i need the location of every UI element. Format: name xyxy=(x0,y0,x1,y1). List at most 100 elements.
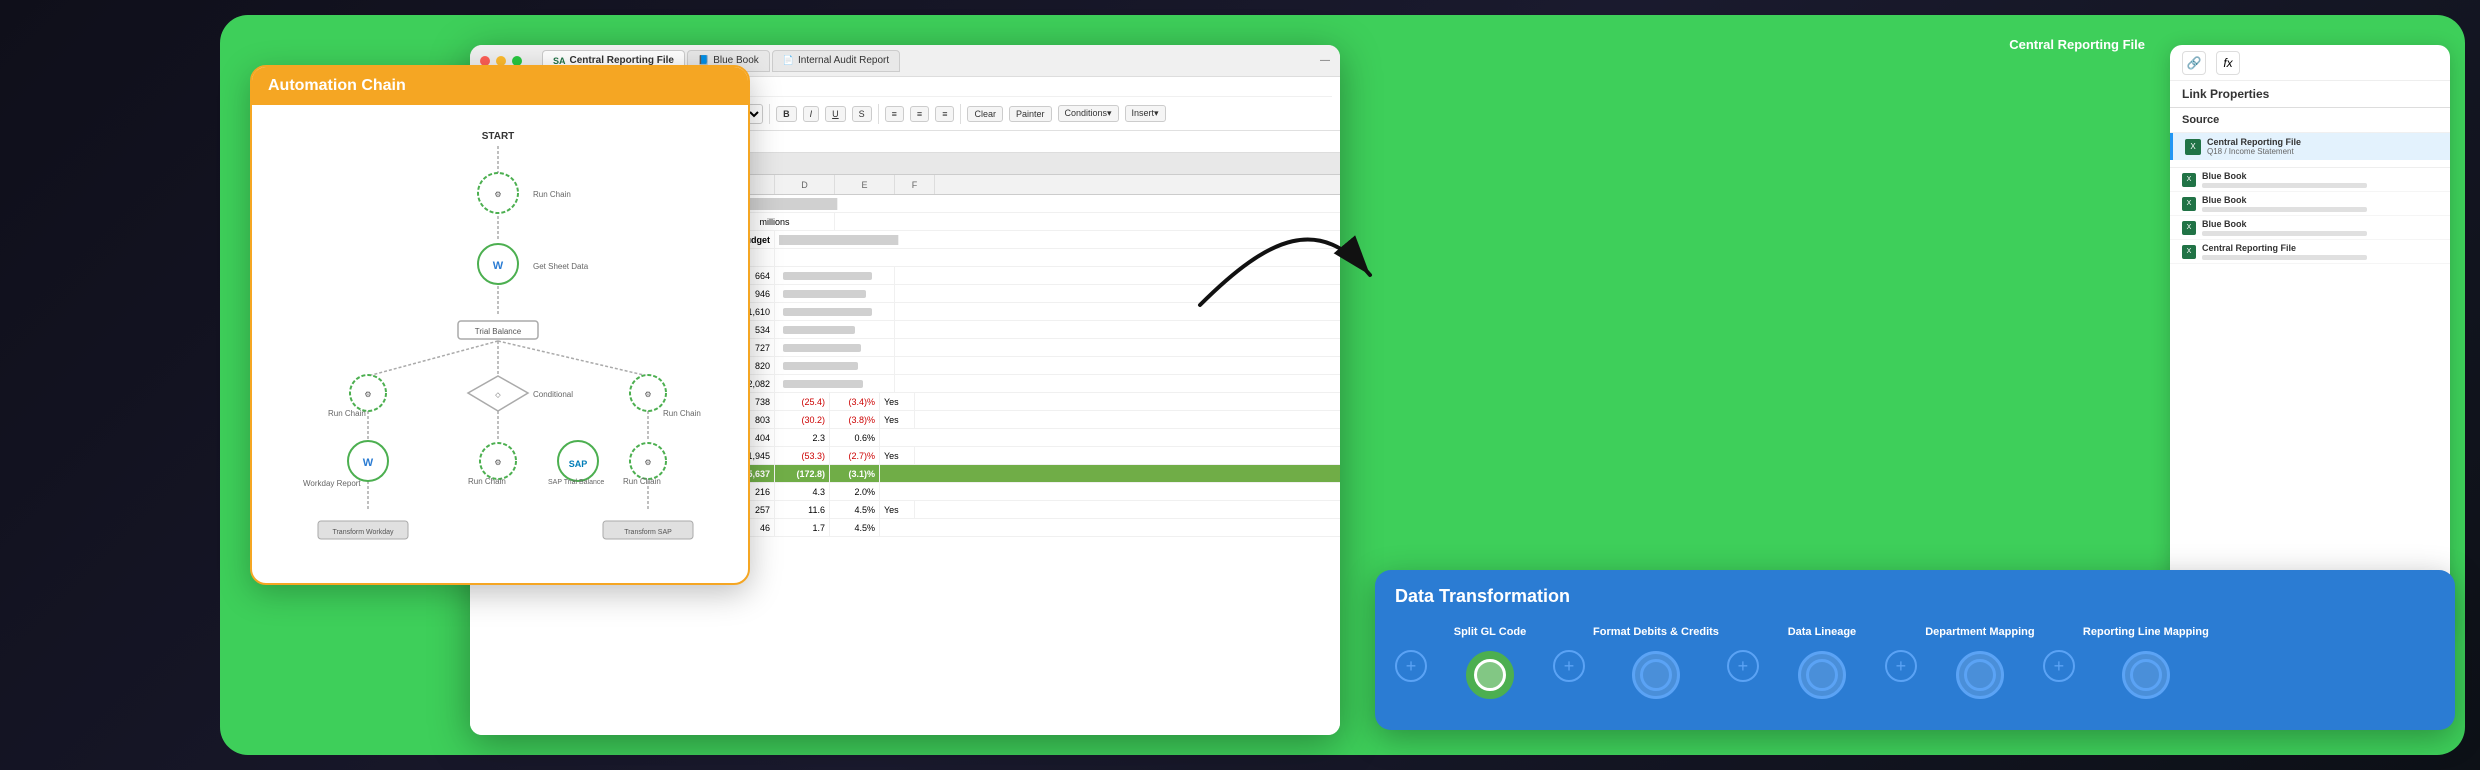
list-item-1[interactable]: X Blue Book xyxy=(2170,192,2450,216)
plus-icon-1: + xyxy=(1564,657,1575,675)
svg-text:SAP: SAP xyxy=(569,459,588,469)
align-right-button[interactable]: ≡ xyxy=(935,106,954,122)
data-transformation-panel: Data Transformation + Split GL Code + Fo… xyxy=(1375,570,2455,730)
step-data-lineage-label: Data Lineage xyxy=(1788,619,1856,647)
add-after-step-0[interactable]: + xyxy=(1553,650,1585,682)
clear-button[interactable]: Clear xyxy=(967,106,1003,122)
svg-text:Run Chain: Run Chain xyxy=(533,190,571,199)
var1-14: 1.7 xyxy=(775,519,830,536)
link-properties-title: Link Properties xyxy=(2170,81,2450,108)
source-file-icon: X xyxy=(2185,139,2201,155)
italic-button[interactable]: I xyxy=(803,106,820,122)
separator-5 xyxy=(960,104,961,124)
var1-7: (25.4) xyxy=(775,393,830,410)
list-item-0-icon: X xyxy=(2182,173,2196,187)
svg-text:⚙: ⚙ xyxy=(494,458,501,467)
net-sales-var1: (172.8) xyxy=(775,465,830,482)
minimize-button[interactable] xyxy=(496,56,506,66)
var-4 xyxy=(775,339,895,356)
source-item-selected[interactable]: X Central Reporting File Q18 / Income St… xyxy=(2170,133,2450,160)
var1-13: 11.6 xyxy=(775,501,830,518)
var2-9: 0.6% xyxy=(830,429,880,446)
excel-icon: SA xyxy=(553,56,566,66)
svg-text:Transform Workday: Transform Workday xyxy=(332,529,394,536)
var-3 xyxy=(775,321,895,338)
svg-text:⚙: ⚙ xyxy=(494,190,501,199)
step-split-gl-circle xyxy=(1466,651,1514,699)
list-item-1-bar xyxy=(2202,207,2367,212)
add-before-step-0[interactable]: + xyxy=(1395,650,1427,682)
link-icon[interactable]: 🔗 xyxy=(2182,51,2206,75)
step-dept-mapping[interactable]: Department Mapping xyxy=(1925,619,2035,699)
bold-button[interactable]: B xyxy=(776,106,797,122)
transformation-steps: + Split GL Code + Format Debits & Credit… xyxy=(1395,619,2435,699)
align-left-button[interactable]: ≡ xyxy=(885,106,904,122)
yes-10: Yes xyxy=(880,447,915,464)
underline-button[interactable]: U xyxy=(825,106,846,122)
step-data-lineage[interactable]: Data Lineage xyxy=(1767,619,1877,699)
separator-3 xyxy=(769,104,770,124)
col-f-header: F xyxy=(895,175,935,194)
list-item-3-icon: X xyxy=(2182,245,2196,259)
list-item-2-content: Blue Book xyxy=(2202,219,2438,236)
yes-13: Yes xyxy=(880,501,915,518)
svg-text:Run Chain: Run Chain xyxy=(468,477,506,486)
var1-8: (30.2) xyxy=(775,411,830,428)
list-item-2[interactable]: X Blue Book xyxy=(2170,216,2450,240)
step-format-debits-label: Format Debits & Credits xyxy=(1593,619,1719,647)
align-center-button[interactable]: ≡ xyxy=(910,106,929,122)
svg-text:Trial Balance: Trial Balance xyxy=(475,327,522,336)
tab-internal-audit[interactable]: 📄 Internal Audit Report xyxy=(772,50,900,72)
source-sheet-name: Q18 / Income Statement xyxy=(2207,147,2301,156)
window-control-min: — xyxy=(1320,55,1330,66)
step-reporting-line[interactable]: Reporting Line Mapping xyxy=(2083,619,2209,699)
var1-12: 4.3 xyxy=(775,483,830,500)
var1-10: (53.3) xyxy=(775,447,830,464)
list-item-0-bar xyxy=(2202,183,2367,188)
var-5 xyxy=(775,357,895,374)
list-item-2-icon: X xyxy=(2182,221,2196,235)
svg-text:Run Chain: Run Chain xyxy=(328,409,366,418)
strikethrough-button[interactable]: S xyxy=(852,106,872,122)
plus-icon-0: + xyxy=(1406,657,1417,675)
painter-button[interactable]: Painter xyxy=(1009,106,1052,122)
add-after-step-1[interactable]: + xyxy=(1727,650,1759,682)
svg-text:W: W xyxy=(493,260,504,272)
net-sales-var2: (3.1)% xyxy=(830,465,880,482)
add-after-step-2[interactable]: + xyxy=(1885,650,1917,682)
list-item-0[interactable]: X Blue Book xyxy=(2170,168,2450,192)
svg-text:⚙: ⚙ xyxy=(644,390,651,399)
step-split-gl-label: Split GL Code xyxy=(1454,619,1527,647)
svg-text:⚙: ⚙ xyxy=(364,390,371,399)
var1-9: 2.3 xyxy=(775,429,830,446)
step-split-gl[interactable]: Split GL Code xyxy=(1435,619,1545,699)
yes-7: Yes xyxy=(880,393,915,410)
flow-chart-svg: START ⚙ Run Chain W Get Sheet Data Trial… xyxy=(268,121,728,581)
step-data-lineage-inner xyxy=(1806,659,1838,691)
step-format-debits-inner xyxy=(1640,659,1672,691)
var2-14: 4.5% xyxy=(830,519,880,536)
maximize-button[interactable] xyxy=(512,56,522,66)
add-after-step-3[interactable]: + xyxy=(2043,650,2075,682)
step-format-debits-circle xyxy=(1632,651,1680,699)
list-item-3-title: Central Reporting File xyxy=(2202,243,2438,253)
conditions-button[interactable]: Conditions▾ xyxy=(1058,105,1119,122)
var-1 xyxy=(775,285,895,302)
source-file-name: Central Reporting File xyxy=(2207,137,2301,147)
step-dept-mapping-inner xyxy=(1964,659,1996,691)
close-button[interactable] xyxy=(480,56,490,66)
list-item-3[interactable]: X Central Reporting File xyxy=(2170,240,2450,264)
list-item-0-title: Blue Book xyxy=(2202,171,2438,181)
svg-text:Workday Report: Workday Report xyxy=(303,479,361,488)
automation-title: Automation Chain xyxy=(268,77,406,94)
step-reporting-line-inner xyxy=(2130,659,2162,691)
step-split-gl-inner xyxy=(1474,659,1506,691)
source-section-label: Source xyxy=(2170,108,2450,133)
formula-icon[interactable]: fx xyxy=(2216,51,2240,75)
var2-10: (2.7)% xyxy=(830,447,880,464)
variance-header-bar xyxy=(779,235,899,245)
svg-text:◇: ◇ xyxy=(495,392,501,399)
crf-title-label: Central Reporting File xyxy=(2009,37,2145,52)
insert-button[interactable]: Insert▾ xyxy=(1125,105,1166,122)
step-format-debits[interactable]: Format Debits & Credits xyxy=(1593,619,1719,699)
